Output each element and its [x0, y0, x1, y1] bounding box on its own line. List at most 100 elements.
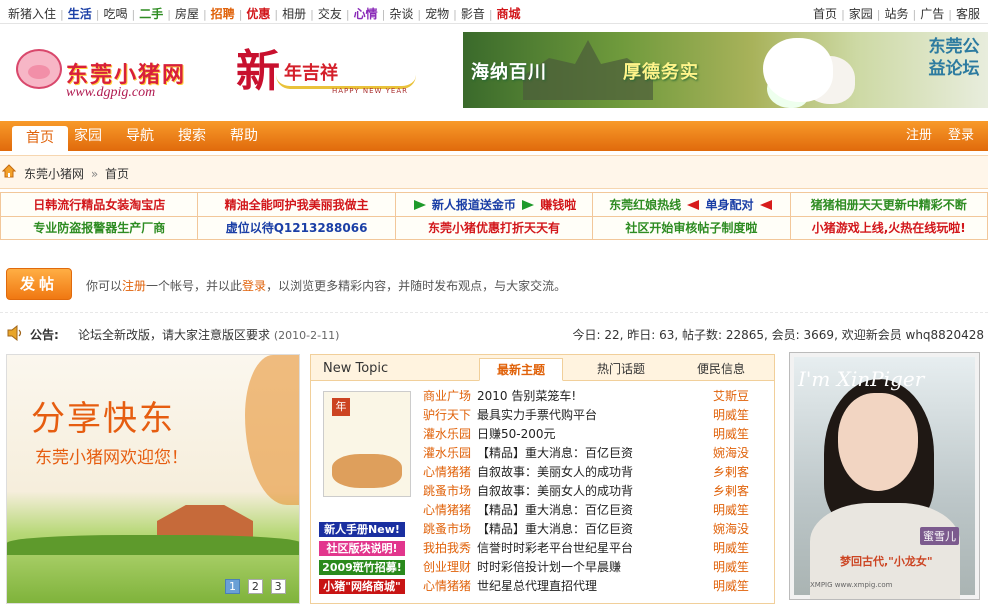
topic-forum-link[interactable]: 商业广场 [423, 387, 471, 406]
topic-title-link[interactable]: 信誉时时彩老平台世纪星平台 [477, 539, 633, 558]
site-logo[interactable]: 东莞小猪网 www.dgpig.com [4, 27, 226, 113]
top-nav-item[interactable]: 商城 [493, 5, 525, 22]
topic-title-link[interactable]: 自叙故事：美丽女人的成功背 [477, 463, 633, 482]
ad-link[interactable]: 小猪游戏上线,火热在线玩啦! [812, 221, 966, 235]
top-nav-right-item[interactable]: 首页 [809, 5, 841, 22]
slide-subline: 东莞小猪网欢迎您！ [35, 448, 188, 468]
top-nav-right-item[interactable]: 广告 [916, 5, 948, 22]
topic-author-link[interactable]: 明威笙 [713, 425, 749, 444]
topic-author-link[interactable]: 乡剌客 [713, 463, 749, 482]
ad-cell[interactable]: 虚位以待Q1213288066 [197, 215, 396, 240]
topic-title-link[interactable]: 时时彩倍投计划一个早晨赚 [477, 558, 621, 577]
topic-forum-link[interactable]: 跳蚤市场 [423, 482, 471, 501]
top-nav-item[interactable]: 相册 [278, 5, 310, 22]
ad-cell[interactable]: 猪猪相册天天更新中精彩不断 [789, 192, 988, 217]
topic-title-link[interactable]: 2010 告别菜笼车! [477, 387, 576, 406]
top-nav-item[interactable]: 吃喝 [99, 5, 131, 22]
nav-guide[interactable]: 导航 [112, 121, 168, 151]
ad-link[interactable]: 单身配对 [705, 198, 753, 212]
topic-title-link[interactable]: 【精品】重大消息：百亿巨资 [477, 444, 633, 463]
tab-hot-topics[interactable]: 热门话题 [579, 358, 663, 381]
topic-author-link[interactable]: 明威笙 [713, 406, 749, 425]
top-nav-item[interactable]: 杂谈 [385, 5, 417, 22]
topic-author-link[interactable]: 婉海没 [713, 520, 749, 539]
slide-page-3[interactable]: 3 [270, 579, 286, 594]
slide-page-2[interactable]: 2 [247, 579, 263, 594]
top-nav-right-item[interactable]: 家园 [845, 5, 877, 22]
top-nav-item[interactable]: 交友 [314, 5, 346, 22]
calendar-thumbnail[interactable]: 年 [323, 391, 411, 497]
top-nav-item[interactable]: 二手 [135, 5, 167, 22]
topic-forum-link[interactable]: 灌水乐园 [423, 444, 471, 463]
featured-tag[interactable]: 社区版块说明! [319, 541, 405, 556]
login-link[interactable]: 登录 [934, 121, 988, 151]
topic-forum-link[interactable]: 心情猪猪 [423, 501, 471, 520]
top-nav-item[interactable]: 生活 [64, 5, 96, 22]
topic-author-link[interactable]: 明威笙 [713, 577, 749, 596]
ad-cell[interactable]: 日韩流行精品女装淘宝店 [0, 192, 199, 217]
topic-title-link[interactable]: 最具实力手票代购平台 [477, 406, 597, 425]
top-nav-right-item[interactable]: 客服 [952, 5, 984, 22]
tab-community-info[interactable]: 便民信息 [679, 358, 763, 381]
post-login-link[interactable]: 登录 [242, 279, 266, 293]
topic-author-link[interactable]: 婉海没 [713, 444, 749, 463]
topic-title-link[interactable]: 【精品】重大消息：百亿巨资 [477, 520, 633, 539]
tab-latest-topics[interactable]: 最新主题 [479, 358, 563, 381]
breadcrumb-site[interactable]: 东莞小猪网 [24, 167, 84, 181]
ad-link[interactable]: 专业防盗报警器生产厂商 [33, 221, 165, 235]
top-nav-item[interactable]: 影音 [457, 5, 489, 22]
nav-search[interactable]: 搜索 [164, 121, 220, 151]
topic-title-link[interactable]: 【精品】重大消息：百亿巨资 [477, 501, 633, 520]
slide-page-1[interactable]: 1 [225, 579, 240, 594]
topic-forum-link[interactable]: 驴行天下 [423, 406, 471, 425]
ad-link[interactable]: 社区开始审核帖子制度啦 [625, 221, 757, 235]
topic-title-link[interactable]: 日赚50-200元 [477, 425, 556, 444]
topic-author-link[interactable]: 明威笙 [713, 501, 749, 520]
topic-author-link[interactable]: 明威笙 [713, 558, 749, 577]
topic-forum-link[interactable]: 心情猪猪 [423, 463, 471, 482]
ad-link-suffix[interactable]: 赚钱啦 [540, 198, 576, 212]
featured-photo[interactable]: I'm XinPiger 蜜雪儿 梦回古代,"小龙女" XMPIG www.xm… [789, 352, 980, 600]
ad-cell[interactable]: 专业防盗报警器生产厂商 [0, 215, 199, 240]
topic-forum-link[interactable]: 创业理财 [423, 558, 471, 577]
top-nav-item[interactable]: 宠物 [421, 5, 453, 22]
topic-forum-link[interactable]: 心情猪猪 [423, 577, 471, 596]
nav-help[interactable]: 帮助 [216, 121, 272, 151]
post-register-link[interactable]: 注册 [122, 279, 146, 293]
ad-link[interactable]: 精油全能呵护我美丽我做主 [225, 198, 369, 212]
top-nav-right-item[interactable]: 站务 [881, 5, 913, 22]
ad-link[interactable]: 东莞小猪优惠打折天天有 [428, 221, 560, 235]
ad-cell[interactable]: 东莞红娘热线 单身配对 [592, 192, 791, 217]
topic-author-link[interactable]: 乡剌客 [713, 482, 749, 501]
topic-title-link[interactable]: 自叙故事：美丽女人的成功背 [477, 482, 633, 501]
new-post-button[interactable]: 发帖 [6, 268, 72, 300]
ad-link[interactable]: 虚位以待Q1213288066 [226, 221, 368, 235]
slideshow[interactable]: 分享快东 东莞小猪网欢迎您！ 1 2 3 [6, 354, 300, 604]
topic-author-link[interactable]: 艾斯豆 [713, 387, 749, 406]
header-banner[interactable]: 海纳百川 厚德务实 东莞公益论坛 [463, 32, 988, 108]
topic-forum-link[interactable]: 灌水乐园 [423, 425, 471, 444]
featured-tag[interactable]: 小猪"网络商城" [319, 579, 405, 594]
ad-cell[interactable]: 社区开始审核帖子制度啦 [592, 215, 791, 240]
announcement-link[interactable]: 论坛全新改版，请大家注意版区要求 [78, 328, 270, 342]
ad-cell[interactable]: 小猪游戏上线,火热在线玩啦! [789, 215, 988, 240]
featured-tag[interactable]: 2009斑竹招募! [319, 560, 405, 575]
ad-link[interactable]: 日韩流行精品女装淘宝店 [33, 198, 165, 212]
topic-author-link[interactable]: 明威笙 [713, 539, 749, 558]
topic-title-link[interactable]: 世纪星总代理直招代理 [477, 577, 597, 596]
topic-forum-link[interactable]: 跳蚤市场 [423, 520, 471, 539]
nav-home-garden[interactable]: 家园 [60, 121, 116, 151]
ad-cell[interactable]: 新人报道送金币 赚钱啦 [394, 192, 594, 217]
ad-cell[interactable]: 精油全能呵护我美丽我做主 [197, 192, 396, 217]
top-nav-item[interactable]: 房屋 [171, 5, 203, 22]
top-nav-item[interactable]: 招聘 [207, 5, 239, 22]
ad-cell[interactable]: 东莞小猪优惠打折天天有 [394, 215, 594, 240]
featured-tag[interactable]: 新人手册New! [319, 522, 405, 537]
ad-link[interactable]: 新人报道送金币 [432, 198, 516, 212]
top-nav-item[interactable]: 优惠 [242, 5, 274, 22]
top-nav-item[interactable]: 心情 [350, 5, 382, 22]
top-nav-item[interactable]: 新猪入住 [4, 5, 60, 22]
topic-forum-link[interactable]: 我拍我秀 [423, 539, 471, 558]
ad-link[interactable]: 东莞红娘热线 [609, 198, 681, 212]
ad-link[interactable]: 猪猪相册天天更新中精彩不断 [811, 198, 967, 212]
